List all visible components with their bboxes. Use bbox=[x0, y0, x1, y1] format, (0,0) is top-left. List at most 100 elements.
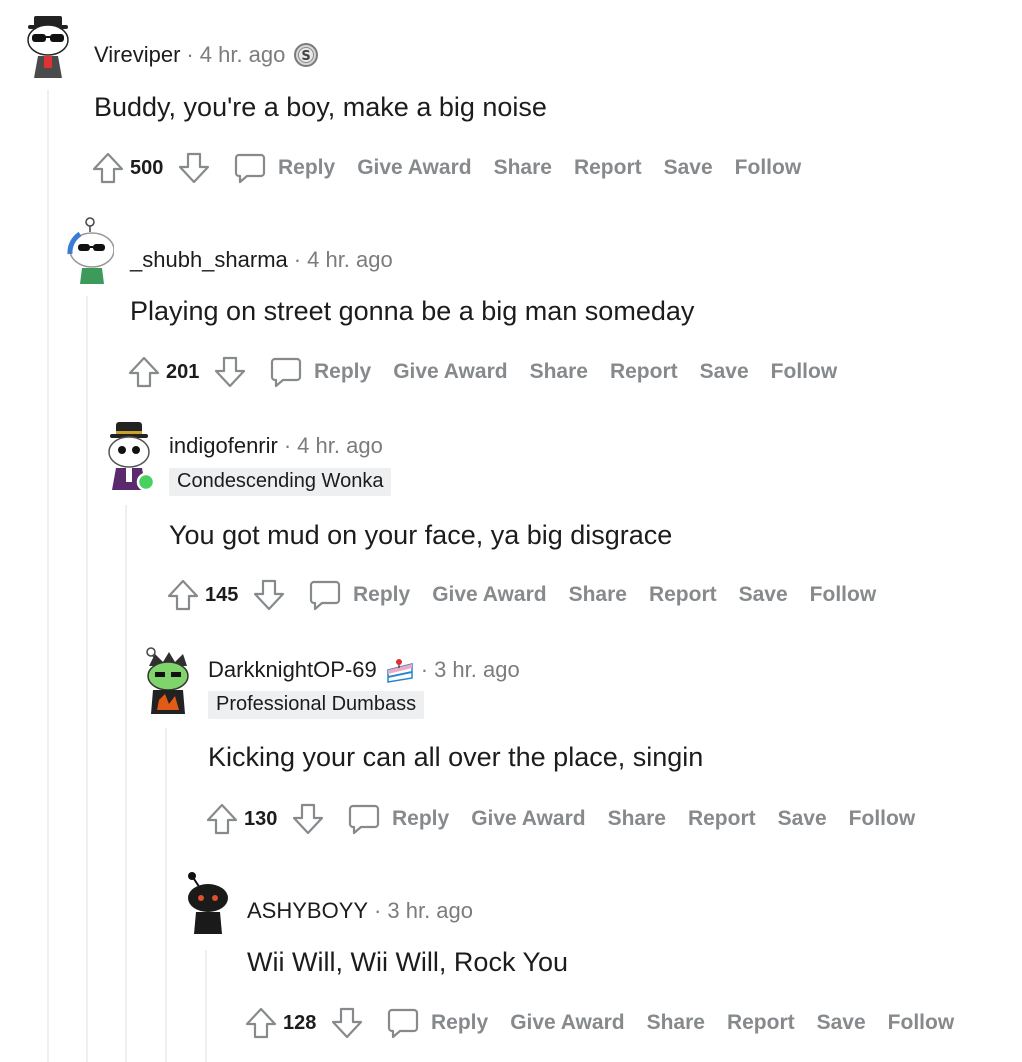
username[interactable]: ASHYBOYY bbox=[247, 898, 368, 924]
avatar[interactable] bbox=[141, 644, 193, 714]
user-flair: Condescending Wonka bbox=[169, 468, 392, 496]
share-button[interactable]: Share bbox=[608, 807, 666, 831]
comment-meta: indigofenrir · 4 hr. ago bbox=[169, 433, 383, 459]
save-button[interactable]: Save bbox=[817, 1011, 866, 1035]
follow-button[interactable]: Follow bbox=[810, 583, 877, 607]
share-button[interactable]: Share bbox=[647, 1011, 705, 1035]
downvote-icon[interactable] bbox=[251, 575, 287, 615]
comment-bubble-icon[interactable] bbox=[232, 148, 268, 188]
comment-meta: ASHYBOYY · 3 hr. ago bbox=[247, 898, 473, 924]
comment-actions: 500 Reply Give Award Share Report Save F… bbox=[90, 148, 801, 188]
comment-actions: 145 Reply Give Award Share Report Save F… bbox=[165, 575, 876, 615]
thread-line-level-2[interactable] bbox=[86, 296, 88, 1062]
reply-button[interactable]: Reply bbox=[353, 583, 410, 607]
downvote-icon[interactable] bbox=[329, 1003, 365, 1043]
username[interactable]: indigofenrir bbox=[169, 433, 278, 459]
save-button[interactable]: Save bbox=[664, 156, 713, 180]
username[interactable]: Vireviper bbox=[94, 42, 180, 68]
svg-text:S: S bbox=[302, 49, 311, 64]
reply-button[interactable]: Reply bbox=[392, 807, 449, 831]
avatar[interactable] bbox=[102, 420, 156, 492]
vote-score: 128 bbox=[283, 1011, 317, 1034]
reply-button[interactable]: Reply bbox=[431, 1011, 488, 1035]
give-award-button[interactable]: Give Award bbox=[510, 1011, 624, 1035]
separator-dot: · bbox=[293, 247, 302, 272]
comment-body: Playing on street gonna be a big man som… bbox=[130, 296, 695, 326]
vote-score: 145 bbox=[205, 583, 239, 606]
upvote-icon[interactable] bbox=[243, 1003, 279, 1043]
avatar[interactable] bbox=[62, 216, 115, 284]
comment-meta: Vireviper · 4 hr. ago S bbox=[94, 42, 319, 68]
comment-bubble-icon[interactable] bbox=[385, 1003, 421, 1043]
save-button[interactable]: Save bbox=[778, 807, 827, 831]
comment-bubble-icon[interactable] bbox=[346, 799, 382, 839]
snoo-avatar-icon bbox=[67, 217, 115, 284]
comment-meta: DarkknightOP-69 · 3 hr. ago bbox=[208, 656, 520, 684]
avatar[interactable] bbox=[180, 868, 232, 936]
user-flair: Professional Dumbass bbox=[208, 691, 425, 719]
comment-bubble-icon[interactable] bbox=[307, 575, 343, 615]
reply-button[interactable]: Reply bbox=[314, 360, 371, 384]
save-button[interactable]: Save bbox=[739, 583, 788, 607]
thread-line-level-3[interactable] bbox=[125, 505, 127, 1062]
snoo-avatar-icon bbox=[146, 647, 189, 714]
report-button[interactable]: Report bbox=[649, 583, 717, 607]
avatar[interactable] bbox=[22, 12, 74, 80]
vote-score: 201 bbox=[166, 360, 200, 383]
thread-line-level-4[interactable] bbox=[165, 728, 167, 1062]
comment-actions: 201 Reply Give Award Share Report Save F… bbox=[126, 352, 837, 392]
give-award-button[interactable]: Give Award bbox=[357, 156, 471, 180]
comment-meta: _shubh_sharma · 4 hr. ago bbox=[130, 247, 393, 273]
timestamp[interactable]: 4 hr. ago bbox=[200, 42, 286, 68]
separator-dot: · bbox=[420, 657, 429, 682]
timestamp[interactable]: 3 hr. ago bbox=[434, 657, 520, 683]
separator-dot: · bbox=[283, 433, 292, 458]
separator-dot: · bbox=[186, 42, 194, 67]
separator-dot: · bbox=[374, 898, 382, 923]
share-button[interactable]: Share bbox=[569, 583, 627, 607]
follow-button[interactable]: Follow bbox=[849, 807, 916, 831]
reply-button[interactable]: Reply bbox=[278, 156, 335, 180]
timestamp[interactable]: 4 hr. ago bbox=[297, 433, 383, 459]
report-button[interactable]: Report bbox=[727, 1011, 795, 1035]
share-button[interactable]: Share bbox=[530, 360, 588, 384]
report-button[interactable]: Report bbox=[610, 360, 678, 384]
comment-body: Kicking your can all over the place, sin… bbox=[208, 742, 704, 772]
downvote-icon[interactable] bbox=[176, 148, 212, 188]
comment-body: You got mud on your face, ya big disgrac… bbox=[169, 520, 673, 550]
upvote-icon[interactable] bbox=[165, 575, 201, 615]
cake-day-icon[interactable] bbox=[385, 656, 415, 684]
snoo-avatar-icon bbox=[188, 872, 228, 934]
snoo-avatar-icon bbox=[27, 16, 69, 78]
timestamp[interactable]: 3 hr. ago bbox=[387, 898, 473, 924]
follow-button[interactable]: Follow bbox=[735, 156, 802, 180]
vote-score: 500 bbox=[130, 156, 164, 179]
give-award-button[interactable]: Give Award bbox=[393, 360, 507, 384]
comment-actions: 130 Reply Give Award Share Report Save F… bbox=[204, 799, 915, 839]
downvote-icon[interactable] bbox=[290, 799, 326, 839]
thread-line-level-5[interactable] bbox=[205, 950, 207, 1062]
save-button[interactable]: Save bbox=[700, 360, 749, 384]
comment-body: Wii Will, Wii Will, Rock You bbox=[247, 947, 569, 977]
downvote-icon[interactable] bbox=[212, 352, 248, 392]
follow-button[interactable]: Follow bbox=[888, 1011, 955, 1035]
give-award-button[interactable]: Give Award bbox=[432, 583, 546, 607]
follow-button[interactable]: Follow bbox=[771, 360, 838, 384]
upvote-icon[interactable] bbox=[126, 352, 162, 392]
upvote-icon[interactable] bbox=[90, 148, 126, 188]
report-button[interactable]: Report bbox=[574, 156, 642, 180]
report-button[interactable]: Report bbox=[688, 807, 756, 831]
online-status-icon bbox=[136, 472, 156, 492]
share-button[interactable]: Share bbox=[494, 156, 552, 180]
snoo-avatar-icon bbox=[108, 422, 156, 492]
comment-body: Buddy, you're a boy, make a big noise bbox=[94, 92, 547, 122]
username[interactable]: _shubh_sharma bbox=[130, 247, 288, 273]
silver-coin-icon[interactable]: S bbox=[293, 42, 319, 68]
thread-line-level-1[interactable] bbox=[47, 90, 49, 1062]
vote-score: 130 bbox=[244, 807, 278, 830]
comment-bubble-icon[interactable] bbox=[268, 352, 304, 392]
upvote-icon[interactable] bbox=[204, 799, 240, 839]
give-award-button[interactable]: Give Award bbox=[471, 807, 585, 831]
timestamp[interactable]: 4 hr. ago bbox=[307, 247, 393, 273]
username[interactable]: DarkknightOP-69 bbox=[208, 657, 377, 683]
